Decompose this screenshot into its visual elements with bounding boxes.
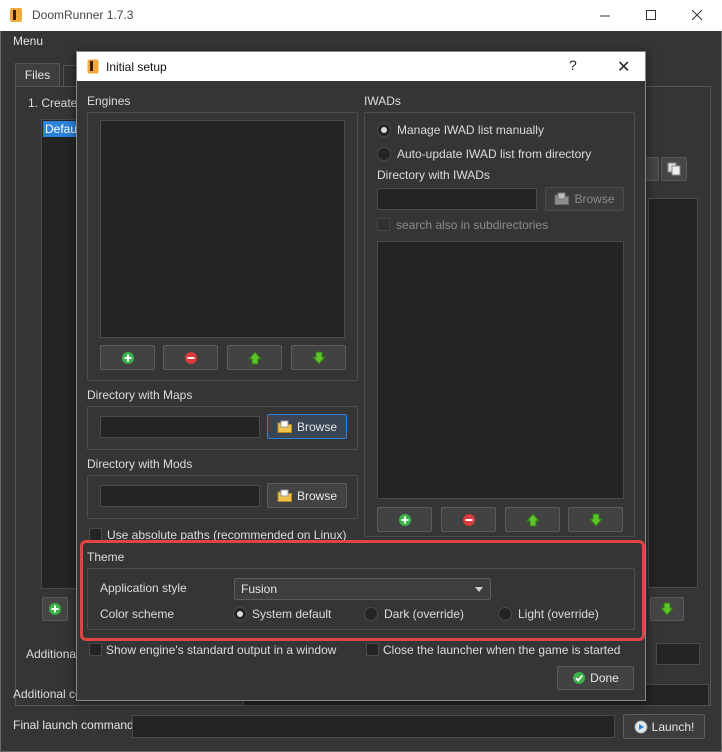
- mods-browse-label: Browse: [296, 488, 337, 503]
- mods-dir-field[interactable]: [100, 485, 260, 507]
- subdirs-checkbox[interactable]: [377, 218, 390, 231]
- folder-icon: [277, 420, 292, 433]
- bg-add-preset-button[interactable]: [42, 597, 68, 621]
- subdirs-label: search also in subdirectories: [396, 218, 549, 232]
- iwads-label: IWADs: [364, 94, 401, 108]
- additional-args-label: Additional: [26, 647, 79, 661]
- main-titlebar: DoomRunner 1.7.3: [0, 0, 722, 31]
- iwad-manual-label: Manage IWAD list manually: [397, 123, 544, 137]
- window-close-button[interactable]: [674, 0, 720, 31]
- move-engine-down-button[interactable]: [291, 345, 346, 370]
- iwad-browse-label: Browse: [574, 192, 615, 206]
- maps-browse-button[interactable]: Browse: [267, 414, 347, 439]
- done-button-label: Done: [590, 671, 619, 685]
- application-style-value: Fusion: [241, 582, 278, 596]
- dialog-close-button[interactable]: ✕: [617, 57, 630, 77]
- iwad-dir-label: Directory with IWADs: [377, 168, 490, 182]
- arrow-down-icon: [588, 513, 603, 527]
- iwad-dir-field[interactable]: [377, 188, 537, 210]
- scheme-light-radio[interactable]: [498, 607, 512, 621]
- add-icon: [398, 513, 411, 526]
- maps-dir-label: Directory with Maps: [87, 388, 193, 402]
- play-icon: [634, 720, 648, 733]
- folder-icon: [554, 192, 570, 205]
- minimize-button[interactable]: [582, 0, 628, 31]
- maximize-button[interactable]: [628, 0, 674, 31]
- copy-icon: [667, 162, 681, 176]
- application-style-label: Application style: [100, 581, 187, 595]
- add-iwad-button[interactable]: [377, 507, 432, 532]
- chevron-down-icon: [475, 587, 483, 592]
- additional-command-label: Additional co: [13, 687, 82, 701]
- arrow-down-icon: [311, 351, 326, 365]
- engines-group: [87, 112, 358, 381]
- mods-browse-button[interactable]: Browse: [267, 483, 347, 508]
- create-preset-label: 1. Create: [28, 96, 78, 110]
- launch-button[interactable]: Launch!: [623, 714, 705, 739]
- iwad-browse-button[interactable]: Browse: [545, 187, 624, 211]
- dialog-titlebar: Initial setup ? ✕: [77, 52, 645, 81]
- show-output-checkbox[interactable]: [89, 643, 102, 656]
- arrow-up-icon: [525, 512, 540, 526]
- remove-icon: [462, 513, 475, 526]
- iwad-auto-radio[interactable]: [377, 147, 391, 161]
- scheme-system-default-label: System default: [252, 607, 332, 621]
- final-launch-command-label: Final launch command: [13, 718, 134, 732]
- menu-button[interactable]: Menu: [13, 34, 43, 48]
- close-launcher-label: Close the launcher when the game is star…: [383, 643, 621, 657]
- iwad-manual-radio[interactable]: [377, 123, 391, 137]
- bg-right-list[interactable]: [648, 198, 698, 588]
- absolute-paths-label: Use absolute paths (recommended on Linux…: [107, 528, 347, 542]
- maps-dir-group: Browse: [87, 406, 358, 450]
- additional-args-field[interactable]: [656, 643, 700, 665]
- theme-group: Application style Fusion Color scheme Sy…: [87, 568, 635, 630]
- scheme-dark-label: Dark (override): [384, 607, 465, 621]
- theme-label: Theme: [87, 550, 125, 564]
- close-launcher-checkbox[interactable]: [366, 643, 379, 656]
- arrow-down-icon: [660, 602, 674, 616]
- arrow-up-icon: [247, 350, 262, 364]
- folder-icon: [277, 489, 292, 502]
- tab-files[interactable]: Files: [15, 63, 60, 87]
- scheme-dark-radio[interactable]: [364, 607, 378, 621]
- bg-move-down-button[interactable]: [650, 597, 684, 621]
- maps-browse-label: Browse: [296, 419, 337, 434]
- iwad-auto-label: Auto-update IWAD list from directory: [397, 147, 592, 161]
- add-engine-button[interactable]: [100, 345, 155, 370]
- launch-button-label: Launch!: [651, 719, 695, 734]
- move-iwad-up-button[interactable]: [505, 507, 560, 532]
- checkmark-icon: [573, 672, 586, 684]
- done-button[interactable]: Done: [557, 666, 634, 690]
- scheme-light-label: Light (override): [518, 607, 599, 621]
- absolute-paths-checkbox[interactable]: [89, 528, 102, 541]
- color-scheme-label: Color scheme: [100, 607, 175, 621]
- dialog-title: Initial setup: [106, 60, 167, 74]
- remove-icon: [184, 351, 197, 364]
- bg-copy-button-2[interactable]: [661, 157, 687, 181]
- add-icon: [121, 351, 134, 364]
- iwads-list[interactable]: [377, 241, 624, 499]
- doomrunner-dialog-icon: [87, 59, 99, 74]
- doomrunner-app-icon: [9, 7, 23, 23]
- window-title: DoomRunner 1.7.3: [32, 8, 134, 22]
- remove-iwad-button[interactable]: [441, 507, 496, 532]
- show-output-label: Show engine's standard output in a windo…: [106, 643, 337, 657]
- scheme-system-default-radio[interactable]: [233, 607, 247, 621]
- iwads-group: Manage IWAD list manually Auto-update IW…: [364, 112, 635, 537]
- help-button[interactable]: ?: [569, 57, 577, 73]
- final-launch-command-field[interactable]: [132, 715, 615, 738]
- remove-engine-button[interactable]: [163, 345, 218, 370]
- add-icon: [49, 603, 61, 615]
- initial-setup-dialog: Initial setup ? ✕ Engines Directory with…: [76, 51, 646, 701]
- move-iwad-down-button[interactable]: [568, 507, 623, 532]
- engines-label: Engines: [87, 94, 131, 108]
- mods-dir-label: Directory with Mods: [87, 457, 193, 471]
- application-style-combobox[interactable]: Fusion: [234, 578, 491, 600]
- mods-dir-group: Browse: [87, 475, 358, 519]
- move-engine-up-button[interactable]: [227, 345, 282, 370]
- engines-list[interactable]: [100, 120, 345, 338]
- maps-dir-field[interactable]: [100, 416, 260, 438]
